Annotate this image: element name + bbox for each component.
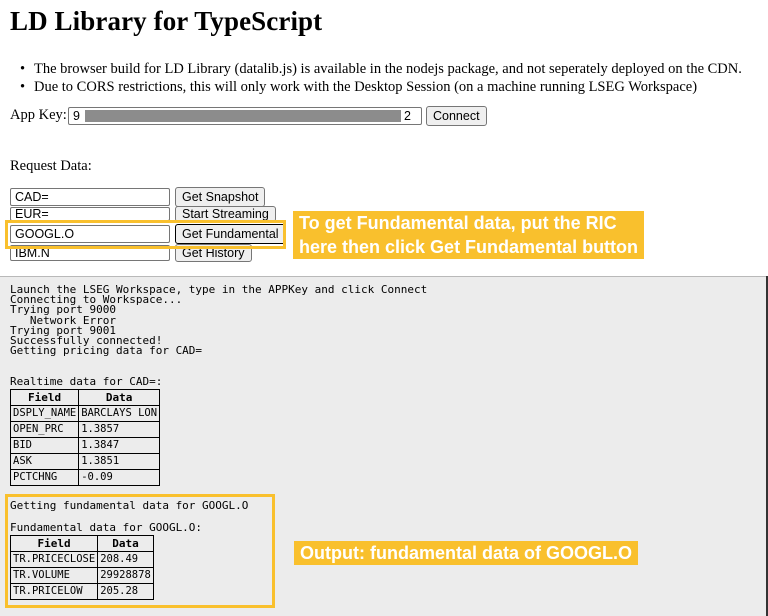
connect-button[interactable]: Connect bbox=[426, 106, 487, 126]
realtime-heading: Realtime data for CAD=: bbox=[10, 375, 163, 388]
table-cell: DSPLY_NAME bbox=[9, 405, 80, 422]
appkey-label: App Key: bbox=[10, 107, 67, 123]
table-header: Data bbox=[78, 389, 161, 406]
table-cell: 1.3857 bbox=[78, 421, 161, 438]
appkey-value-end: 2 bbox=[404, 109, 411, 123]
fundamental-highlight-box bbox=[5, 220, 286, 249]
table-cell: ASK bbox=[9, 453, 80, 470]
ric-input-streaming[interactable] bbox=[10, 207, 170, 221]
table-row: DSPLY_NAME BARCLAYS LON bbox=[9, 405, 161, 422]
output-callout: Output: fundamental data of GOOGL.O bbox=[294, 541, 638, 565]
fundamental-callout-line1: To get Fundamental data, put the RIC bbox=[299, 213, 617, 233]
realtime-table: Field Data DSPLY_NAME BARCLAYS LON OPEN_P… bbox=[9, 389, 161, 486]
table-cell: 1.3851 bbox=[78, 453, 161, 470]
table-cell: BARCLAYS LON bbox=[78, 405, 161, 422]
appkey-row: App Key: bbox=[10, 107, 67, 124]
page-title: LD Library for TypeScript bbox=[10, 6, 323, 36]
request-label: Request Data: bbox=[10, 158, 92, 174]
table-row: OPEN_PRC 1.3857 bbox=[9, 421, 161, 438]
console-log: Launch the LSEG Workspace, type in the A… bbox=[10, 283, 428, 358]
table-cell: -0.09 bbox=[78, 469, 161, 486]
fundamental-callout: To get Fundamental data, put the RIC her… bbox=[293, 211, 645, 259]
table-cell: 1.3847 bbox=[78, 437, 161, 454]
appkey-input[interactable]: 9 2 bbox=[68, 107, 422, 125]
output-highlight-box bbox=[5, 494, 275, 608]
table-row: ASK 1.3851 bbox=[9, 453, 161, 470]
table-cell: PCTCHNG bbox=[9, 469, 80, 486]
console-output: Launch the LSEG Workspace, type in the A… bbox=[0, 276, 768, 616]
table-header: Field bbox=[9, 389, 80, 406]
get-snapshot-button[interactable]: Get Snapshot bbox=[175, 187, 266, 207]
table-row: BID 1.3847 bbox=[9, 437, 161, 454]
fundamental-callout-line2: here then click Get Fundamental button bbox=[299, 237, 639, 257]
appkey-value-start: 9 bbox=[73, 109, 80, 123]
notes-list: The browser build for LD Library (datali… bbox=[20, 60, 742, 96]
table-cell: BID bbox=[9, 437, 80, 454]
table-row: PCTCHNG -0.09 bbox=[9, 469, 161, 486]
note-item: Due to CORS restrictions, this will only… bbox=[20, 78, 742, 96]
ric-input-snapshot[interactable] bbox=[10, 188, 170, 206]
redaction-mask bbox=[85, 110, 401, 122]
note-item: The browser build for LD Library (datali… bbox=[20, 60, 742, 78]
table-cell: OPEN_PRC bbox=[9, 421, 80, 438]
